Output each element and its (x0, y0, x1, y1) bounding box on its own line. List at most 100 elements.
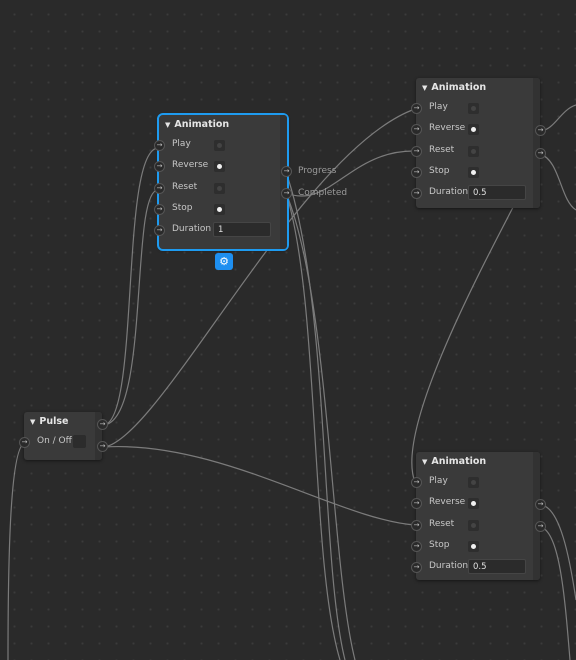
input-label: Duration (172, 224, 212, 235)
input-row-stop: → Stop (411, 536, 540, 557)
node-header[interactable]: ▼ Animation (416, 452, 540, 472)
input-label: Stop (429, 165, 450, 176)
input-row-reverse: → Reverse (154, 156, 287, 177)
input-port[interactable]: → (411, 145, 422, 157)
node-title: Animation (174, 119, 230, 130)
input-row-duration: → Duration 0.5 (411, 183, 540, 204)
input-row-duration: → Duration 0.5 (411, 557, 540, 578)
pulse-indicator[interactable] (214, 161, 225, 173)
wire (285, 192, 341, 660)
wire (103, 147, 159, 426)
input-row-duration: → Duration 1 (154, 220, 287, 241)
pulse-indicator[interactable] (468, 103, 479, 114)
wire (103, 189, 159, 426)
input-label: Reverse (172, 160, 209, 171)
pulse-indicator[interactable] (468, 477, 479, 488)
output-port[interactable]: → (97, 419, 108, 430)
output-label-completed: Completed (298, 188, 348, 198)
input-row-reset: → Reset (154, 178, 287, 199)
input-row-on-off: → On / Off (19, 432, 102, 453)
output-port[interactable]: → (535, 521, 546, 532)
pulse-indicator[interactable] (468, 540, 479, 552)
node-title: Pulse (39, 416, 69, 427)
output-port[interactable]: → (97, 441, 108, 452)
input-port[interactable]: → (411, 540, 422, 552)
input-label: Reset (429, 144, 455, 155)
wire (7, 442, 26, 660)
duration-input[interactable]: 0.5 (468, 559, 526, 575)
pulse-indicator[interactable] (214, 182, 225, 194)
animation-node-top[interactable]: ▼ Animation → Play → Reverse → Reset → Stop →… (411, 78, 540, 208)
pulse-indicator[interactable] (468, 166, 479, 178)
input-row-stop: → Stop (154, 199, 287, 220)
input-label: Play (172, 139, 191, 149)
pulse-indicator[interactable] (468, 145, 479, 157)
input-label: Play (429, 102, 448, 112)
on-off-toggle[interactable] (73, 435, 86, 448)
node-title: Animation (431, 82, 487, 93)
input-port[interactable]: → (411, 562, 422, 574)
input-row-play: → Play (154, 135, 287, 156)
gear-icon[interactable]: ⚙ (215, 253, 233, 270)
input-label: Duration (429, 187, 469, 198)
input-port[interactable]: → (154, 161, 165, 173)
input-port[interactable]: → (154, 140, 165, 151)
input-port[interactable]: → (154, 225, 165, 237)
wire (103, 445, 416, 526)
pulse-indicator[interactable] (468, 519, 479, 531)
pulse-indicator[interactable] (468, 124, 479, 136)
input-label: Reset (172, 181, 198, 192)
input-port[interactable]: → (411, 103, 422, 114)
animation-node-bottom[interactable]: ▼ Animation → Play → Reverse → Reset → Stop →… (411, 452, 540, 580)
input-port[interactable]: → (411, 498, 422, 510)
pulse-node[interactable]: ▼ Pulse → On / Off (19, 412, 102, 460)
input-label: Play (429, 476, 448, 486)
input-port[interactable]: → (411, 166, 422, 178)
output-port[interactable]: → (535, 499, 546, 510)
output-label-progress: Progress (298, 166, 337, 176)
output-port[interactable]: → (535, 125, 546, 136)
input-label: Stop (172, 202, 193, 213)
input-label: Reverse (429, 497, 466, 508)
collapse-triangle-icon[interactable]: ▼ (422, 458, 427, 466)
node-header[interactable]: ▼ Pulse (24, 412, 102, 432)
node-title: Animation (431, 456, 487, 467)
animation-node-selected[interactable]: ▼ Animation → Play → Reverse → Reset → Stop →… (154, 113, 289, 251)
input-row-reverse: → Reverse (411, 119, 540, 140)
input-port[interactable]: → (154, 203, 165, 215)
input-label: Duration (429, 561, 469, 572)
input-port[interactable]: → (411, 124, 422, 136)
input-label: Reverse (429, 123, 466, 134)
input-label: Stop (429, 539, 450, 550)
input-port[interactable]: → (19, 437, 30, 448)
pulse-indicator[interactable] (468, 498, 479, 510)
input-port[interactable]: → (154, 182, 165, 194)
wire (539, 153, 576, 211)
output-port-completed[interactable]: → (281, 188, 292, 199)
output-port-progress[interactable]: → (281, 166, 292, 177)
input-row-reset: → Reset (411, 515, 540, 536)
wire (539, 504, 576, 601)
collapse-triangle-icon[interactable]: ▼ (422, 84, 427, 92)
input-row-reverse: → Reverse (411, 493, 540, 514)
input-row-stop: → Stop (411, 162, 540, 183)
input-port[interactable]: → (411, 188, 422, 200)
input-port[interactable]: → (411, 477, 422, 488)
duration-input[interactable]: 1 (213, 222, 271, 238)
input-row-reset: → Reset (411, 141, 540, 162)
output-port[interactable]: → (535, 148, 546, 159)
node-header[interactable]: ▼ Animation (159, 115, 287, 135)
input-label: Reset (429, 518, 455, 529)
wire (285, 171, 346, 660)
node-header[interactable]: ▼ Animation (416, 78, 540, 98)
pulse-indicator[interactable] (214, 140, 225, 151)
patch-canvas[interactable]: ▼ Animation → Play → Reverse → Reset → Stop →… (0, 0, 576, 660)
duration-input[interactable]: 0.5 (468, 185, 526, 201)
input-label: On / Off (37, 436, 72, 446)
input-port[interactable]: → (411, 519, 422, 531)
collapse-triangle-icon[interactable]: ▼ (165, 121, 170, 129)
wire (285, 192, 356, 660)
collapse-triangle-icon[interactable]: ▼ (30, 418, 35, 426)
input-row-play: → Play (411, 472, 540, 493)
pulse-indicator[interactable] (214, 203, 225, 215)
